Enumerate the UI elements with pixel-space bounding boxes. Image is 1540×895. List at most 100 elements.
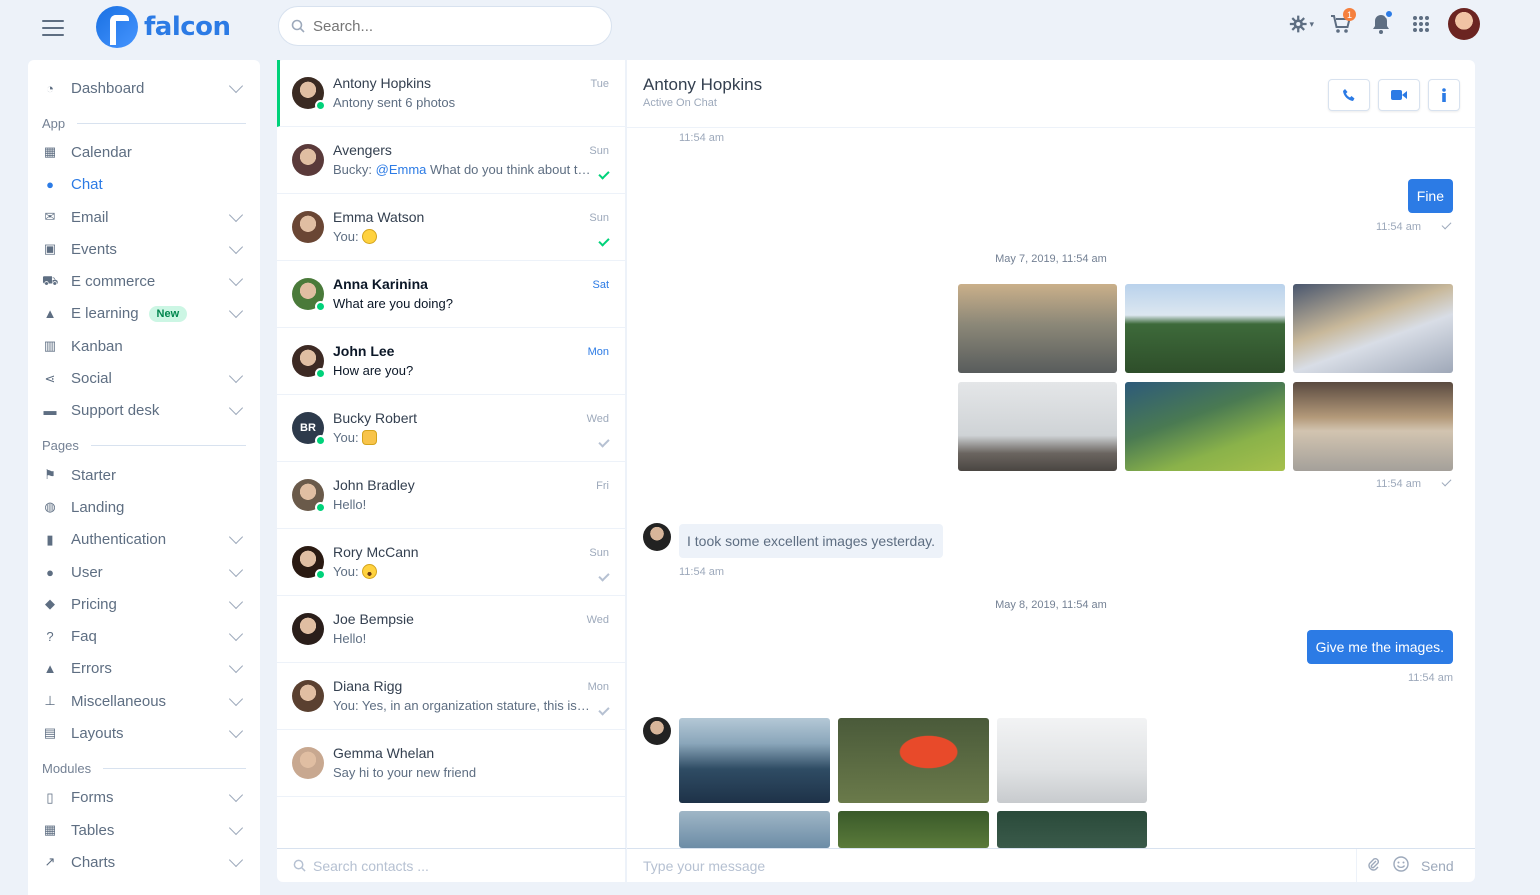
notification-dot <box>1384 9 1394 19</box>
sidebar-item-chat[interactable]: ● Chat <box>42 169 246 201</box>
call-button[interactable] <box>1328 79 1370 111</box>
notification-bell-icon[interactable] <box>1368 9 1394 37</box>
sidebar-item-authentication[interactable]: ▮ Authentication <box>42 524 246 556</box>
message-photo[interactable] <box>838 718 989 803</box>
contact-search-box[interactable]: Search contacts ... <box>277 848 626 882</box>
send-button[interactable]: Send <box>1421 858 1475 874</box>
message-photo[interactable] <box>679 811 830 848</box>
mention-link[interactable]: @Emma <box>376 162 427 177</box>
thread-contact-name: John Bradley <box>333 477 415 493</box>
message-photo[interactable] <box>1293 382 1453 471</box>
chevron-down-icon[interactable] <box>228 691 244 706</box>
message-photo[interactable] <box>1125 284 1285 373</box>
sidebar-item-errors[interactable]: ▲ Errors <box>42 653 246 685</box>
sidebar-item-faq[interactable]: ? Faq <box>42 620 246 652</box>
thread-contact-name: John Lee <box>333 343 395 359</box>
sidebar-item-starter[interactable]: ⚑ Starter <box>42 459 246 491</box>
sidebar-item-label: Kanban <box>71 337 123 355</box>
chevron-down-icon[interactable] <box>228 78 244 93</box>
sidebar-item-landing[interactable]: ◍ Landing <box>42 491 246 523</box>
chevron-down-icon[interactable] <box>228 304 244 319</box>
chevron-down-icon[interactable] <box>228 272 244 287</box>
thread-contact-name: Anna Karinina <box>333 276 428 292</box>
chevron-down-icon[interactable] <box>228 852 244 867</box>
chevron-down-icon[interactable] <box>228 401 244 416</box>
sidebar-item-support-desk[interactable]: ▬ Support desk <box>42 395 246 427</box>
theme-settings-icon[interactable]: ▾ <box>1288 11 1314 37</box>
chat-thread[interactable]: John Lee How are you? Mon <box>277 328 625 395</box>
message-photo[interactable] <box>997 811 1147 848</box>
chat-thread[interactable]: Rory McCann You: Sun <box>277 529 625 596</box>
sidebar-item-label: Social <box>71 370 112 388</box>
emoji-icon[interactable] <box>1393 855 1421 876</box>
comments-icon: ● <box>46 177 54 193</box>
message-bubble-received: I took some excellent images yesterday. <box>679 524 943 558</box>
sidebar-item-social[interactable]: ⋖ Social <box>42 362 246 394</box>
chat-thread[interactable]: Anna Karinina What are you doing? Sat <box>277 261 625 328</box>
contact-avatar <box>292 345 326 379</box>
message-photo[interactable] <box>838 811 989 848</box>
logo[interactable]: falcon <box>96 6 231 48</box>
divider <box>1356 848 1357 882</box>
message-text: What are you doing? <box>333 296 453 311</box>
message-photo[interactable] <box>1293 284 1453 373</box>
chevron-down-icon[interactable] <box>228 239 244 254</box>
chat-thread[interactable]: John Bradley Hello! Fri <box>277 462 625 529</box>
info-button[interactable] <box>1428 79 1460 111</box>
sidebar-item-layouts[interactable]: ▤ Layouts <box>42 717 246 749</box>
sidebar-item-miscellaneous[interactable]: ⊥ Miscellaneous <box>42 685 246 717</box>
sidebar-item-calendar[interactable]: ▦ Calendar <box>42 136 246 168</box>
chevron-down-icon[interactable] <box>228 530 244 545</box>
chevron-down-icon[interactable] <box>228 594 244 609</box>
cart-icon[interactable]: 1 <box>1328 8 1356 37</box>
sidebar-item-charts[interactable]: ↗ Charts <box>42 846 246 878</box>
menu-toggle-icon[interactable] <box>42 20 64 36</box>
apps-grid-icon[interactable] <box>1408 11 1434 37</box>
chevron-down-icon[interactable] <box>228 627 244 642</box>
sidebar-item-forms[interactable]: ▯ Forms <box>42 782 246 814</box>
phone-icon <box>1343 89 1355 101</box>
sidebar-item-tables[interactable]: ▦ Tables <box>42 814 246 846</box>
date-separator: May 8, 2019, 11:54 am <box>995 599 1107 611</box>
sidebar-item-pricing[interactable]: ◆ Pricing <box>42 588 246 620</box>
sidebar-item-e-learning[interactable]: ▲ E learning New <box>42 298 246 330</box>
paperclip-icon[interactable] <box>1367 857 1393 874</box>
message-photo[interactable] <box>958 284 1117 373</box>
chevron-down-icon[interactable] <box>228 788 244 803</box>
sidebar-item-user[interactable]: ● User <box>42 556 246 588</box>
chat-thread[interactable]: Antony Hopkins Antony sent 6 photos Tue <box>277 60 625 127</box>
chevron-down-icon[interactable] <box>228 562 244 577</box>
sidebar-item-kanban[interactable]: ▥ Kanban <box>42 330 246 362</box>
chat-thread[interactable]: Diana Rigg You: Yes, in an organization s… <box>277 663 625 730</box>
search-input[interactable] <box>313 17 583 35</box>
contact-avatar <box>292 479 326 513</box>
chevron-down-icon[interactable] <box>228 368 244 384</box>
sidebar-item-events[interactable]: ▣ Events <box>42 233 246 265</box>
chat-thread[interactable]: Joe Bempsie Hello! Wed <box>277 596 625 663</box>
message-photo[interactable] <box>679 718 830 803</box>
chat-thread[interactable]: Gemma Whelan Say hi to your new friend <box>277 730 625 797</box>
message-bubble-sent: Give me the images. <box>1306 630 1453 664</box>
chevron-down-icon[interactable] <box>228 820 244 835</box>
chevron-down-icon[interactable] <box>228 207 244 222</box>
message-photo[interactable] <box>958 382 1117 471</box>
message-photo[interactable] <box>1125 382 1285 471</box>
sidebar-item-dashboard[interactable]: ◔ Dashboard <box>42 72 246 104</box>
chevron-down-icon[interactable] <box>228 723 244 739</box>
message-bubble-sent: Fine <box>1407 179 1453 213</box>
chat-thread[interactable]: BR Bucky Robert You: Wed <box>277 395 625 462</box>
chevron-down-icon[interactable] <box>228 659 244 674</box>
sidebar-item-email[interactable]: ✉ Email <box>42 201 246 233</box>
message-photo[interactable] <box>997 718 1147 803</box>
message-input[interactable]: Type your message <box>643 858 1356 874</box>
chat-thread[interactable]: Avengers Bucky: @Emma What do you think a… <box>277 127 625 194</box>
chat-messages[interactable]: 11:54 am Fine 11:54 am May 7, 2019, 11:5… <box>627 128 1475 848</box>
contact-search-input[interactable]: Search contacts ... <box>313 858 429 874</box>
search-box[interactable] <box>278 6 612 46</box>
video-call-button[interactable] <box>1378 79 1420 111</box>
user-avatar[interactable] <box>1448 8 1480 40</box>
sidebar-item-e-commerce[interactable]: ⛟ E commerce <box>42 265 246 297</box>
chat-thread[interactable]: Emma Watson You: Sun <box>277 194 625 261</box>
date-separator: May 7, 2019, 11:54 am <box>995 253 1107 265</box>
online-status-dot <box>315 502 326 513</box>
